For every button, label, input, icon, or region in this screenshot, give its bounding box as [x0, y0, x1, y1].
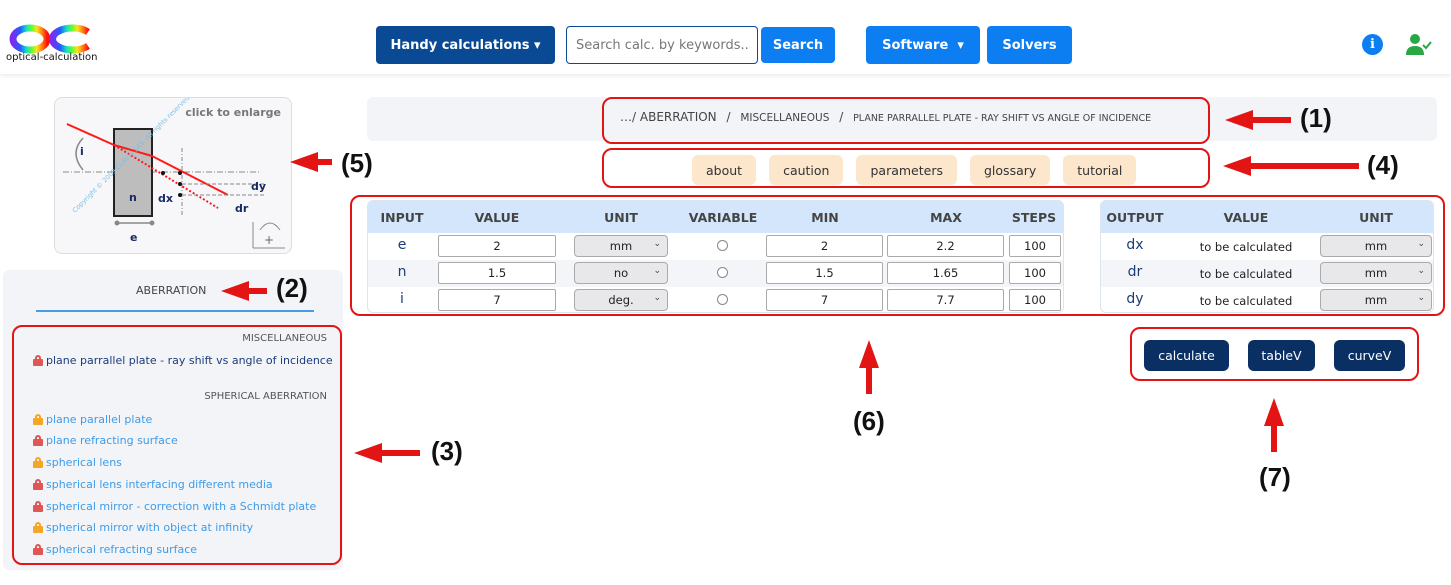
logo-text: optical-calculation: [6, 52, 98, 63]
annotation-label-4: (4): [1367, 150, 1399, 180]
sidebar-title: ABERRATION: [136, 284, 207, 297]
arrow-left-icon: [1223, 156, 1359, 176]
dx-label: dx: [158, 192, 173, 205]
annotation-label-6: (6): [853, 406, 885, 436]
angle-label: i: [80, 145, 84, 158]
annotation-label-5: (5): [341, 148, 373, 178]
arrow-left-icon: [354, 443, 420, 463]
arrow-up-icon: [859, 340, 879, 394]
sidebar-divider: [36, 310, 314, 312]
annotation-label-1: (1): [1300, 103, 1332, 133]
search-button[interactable]: Search: [761, 27, 835, 63]
thickness-label: e: [130, 231, 137, 244]
top-navbar: optical-calculation Handy calculations ▾…: [0, 0, 1451, 74]
annotation-box-1: [602, 97, 1210, 144]
arrow-left-icon: [1225, 110, 1291, 130]
dy-label: dy: [251, 180, 266, 193]
annotation-label-3: (3): [431, 436, 463, 466]
info-icon[interactable]: i: [1362, 34, 1383, 55]
software-dropdown[interactable]: Software ▾: [866, 26, 980, 64]
svg-text:+: +: [264, 233, 274, 247]
arrow-up-icon: [1264, 398, 1284, 452]
dr-label: dr: [235, 202, 249, 215]
annotation-box-7: [1130, 327, 1419, 381]
diagram-thumbnail[interactable]: click to enlarge i n dx dy dr e Copyrigh…: [54, 97, 292, 254]
annotation-label-7: (7): [1259, 462, 1291, 492]
emergent-ray: [151, 155, 229, 196]
arrow-left-icon: [221, 281, 267, 301]
arrow-left-icon: [290, 152, 332, 172]
solvers-button[interactable]: Solvers: [987, 26, 1072, 64]
handy-calculations-dropdown[interactable]: Handy calculations ▾: [376, 26, 555, 64]
index-label: n: [129, 191, 137, 204]
user-check-icon[interactable]: [1406, 33, 1432, 57]
annotation-box-3: [12, 325, 342, 565]
plate-diagram: i n dx dy dr e Copyright © 2009 CLAVIS S…: [63, 98, 285, 249]
annotation-box-6: [350, 195, 1445, 316]
annotation-box-4: [602, 148, 1210, 188]
search-input[interactable]: [566, 26, 758, 64]
incident-ray: [66, 123, 115, 146]
annotation-label-2: (2): [276, 273, 308, 303]
